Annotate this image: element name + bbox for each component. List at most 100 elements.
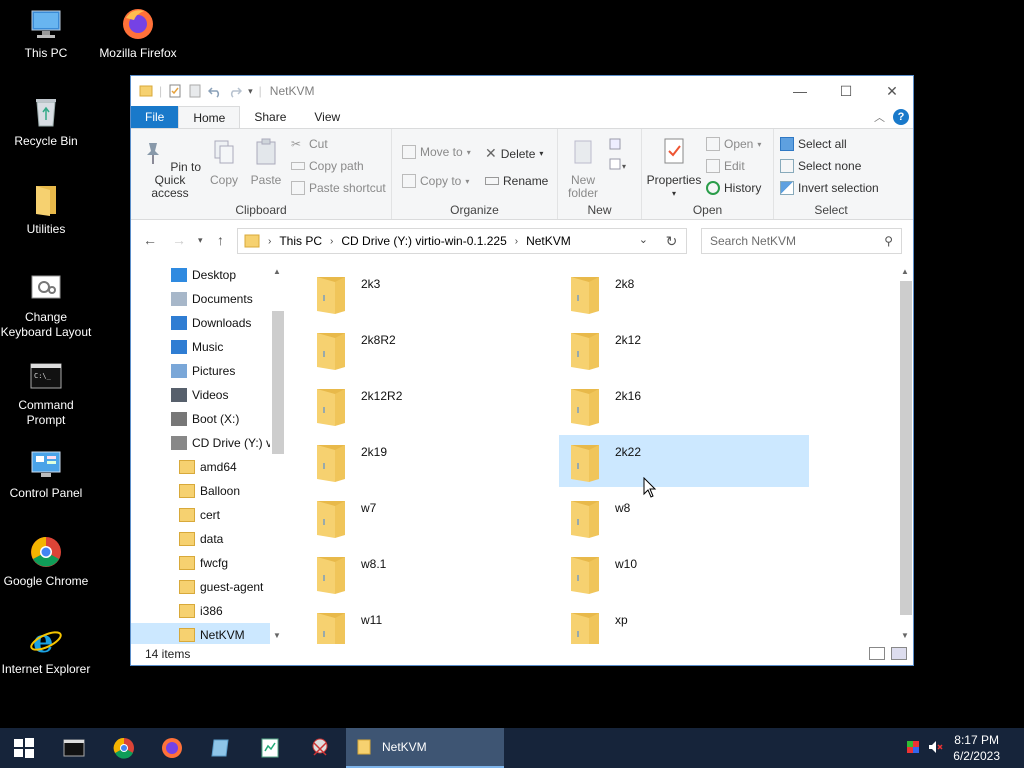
- taskbar-chrome[interactable]: [100, 728, 148, 768]
- copy-button[interactable]: Copy: [203, 137, 245, 187]
- breadcrumb-netkvm[interactable]: NetKVM: [526, 234, 571, 248]
- folder-item[interactable]: xp: [559, 603, 809, 644]
- folder-item[interactable]: w10: [559, 547, 809, 599]
- folder-item[interactable]: 2k16: [559, 379, 809, 431]
- breadcrumb-cd-drive[interactable]: CD Drive (Y:) virtio-win-0.1.225: [341, 234, 506, 248]
- nav-item-fwcfg[interactable]: fwcfg: [131, 551, 286, 575]
- folder-item[interactable]: 2k12: [559, 323, 809, 375]
- nav-item-downloads[interactable]: Downloads: [131, 311, 286, 335]
- scrollbar-thumb[interactable]: [272, 311, 284, 454]
- scroll-down-arrow-icon[interactable]: ▼: [901, 631, 909, 640]
- taskbar-window-netkvm[interactable]: NetKVM: [346, 728, 504, 768]
- folder-item[interactable]: 2k12R2: [305, 379, 555, 431]
- folder-item[interactable]: 2k19: [305, 435, 555, 487]
- details-view-icon[interactable]: [869, 647, 885, 660]
- file-list-scrollbar[interactable]: ▲ ▼: [898, 263, 914, 644]
- large-icons-view-icon[interactable]: [891, 647, 907, 660]
- back-arrow-icon[interactable]: ←: [143, 232, 157, 248]
- recent-locations-chevron-icon[interactable]: ▾: [198, 235, 203, 246]
- help-icon[interactable]: ?: [893, 109, 909, 125]
- delete-button[interactable]: ✕ Delete ▾: [485, 145, 543, 162]
- copy-path-button[interactable]: Copy path: [291, 159, 364, 173]
- nav-item-music[interactable]: Music: [131, 335, 286, 359]
- nav-item-amd64[interactable]: amd64: [131, 455, 286, 479]
- nav-item-pictures[interactable]: Pictures: [131, 359, 286, 383]
- properties-button[interactable]: Properties ▾: [646, 137, 702, 200]
- open-button[interactable]: Open ▾: [706, 137, 761, 151]
- cut-button[interactable]: ✂ Cut: [291, 137, 328, 151]
- nav-item-videos[interactable]: Videos: [131, 383, 286, 407]
- pin-to-quick-access-button[interactable]: Pin to Quick access: [137, 137, 203, 200]
- taskbar-app-blue[interactable]: [196, 728, 244, 768]
- select-none-button[interactable]: Select none: [780, 159, 861, 173]
- address-dropdown-chevron-icon[interactable]: ⌄: [639, 233, 648, 246]
- nav-item-boot-x[interactable]: Boot (X:): [131, 407, 286, 431]
- new-folder-icon[interactable]: [188, 84, 202, 98]
- scroll-up-arrow-icon[interactable]: ▲: [901, 267, 909, 276]
- start-button[interactable]: [0, 728, 48, 768]
- paste-shortcut-button[interactable]: Paste shortcut: [291, 181, 386, 195]
- nav-item-balloon[interactable]: Balloon: [131, 479, 286, 503]
- folder-item[interactable]: 2k3: [305, 267, 555, 319]
- new-item-icon[interactable]: ▾: [608, 137, 630, 177]
- paste-button[interactable]: Paste: [245, 137, 287, 187]
- nav-item-desktop[interactable]: Desktop: [131, 263, 286, 287]
- folder-item[interactable]: 2k8: [559, 267, 809, 319]
- undo-icon[interactable]: [208, 84, 222, 98]
- desktop-icon-internet-explorer[interactable]: e Internet Explorer: [0, 622, 92, 677]
- tab-view[interactable]: View: [300, 106, 354, 128]
- search-input[interactable]: Search NetKVM ⚲: [701, 228, 902, 254]
- desktop-icon-google-chrome[interactable]: Google Chrome: [0, 534, 92, 589]
- rename-button[interactable]: Rename: [485, 174, 548, 188]
- speaker-muted-icon[interactable]: [928, 740, 944, 754]
- nav-item-cert[interactable]: cert: [131, 503, 286, 527]
- invert-selection-button[interactable]: Invert selection: [780, 181, 879, 195]
- minimize-icon[interactable]: —: [777, 76, 823, 106]
- up-arrow-icon[interactable]: ↑: [217, 232, 224, 248]
- folder-item[interactable]: 2k22: [559, 435, 809, 487]
- nav-item-guest-agent[interactable]: guest-agent: [131, 575, 286, 599]
- history-button[interactable]: History: [706, 181, 761, 195]
- breadcrumb-this-pc[interactable]: This PC: [279, 234, 322, 248]
- tab-share[interactable]: Share: [240, 106, 300, 128]
- color-display-icon[interactable]: [906, 740, 920, 754]
- refresh-icon[interactable]: ↻: [657, 228, 687, 254]
- nav-item-cd-drive-y-virtio-win-0-1-225[interactable]: CD Drive (Y:) virtio-win-0.1.225: [131, 431, 286, 455]
- nav-item-i386[interactable]: i386: [131, 599, 286, 623]
- nav-item-documents[interactable]: Documents: [131, 287, 286, 311]
- maximize-icon[interactable]: ☐: [823, 76, 869, 106]
- customize-toolbar-chevron-icon[interactable]: ▾: [248, 86, 253, 97]
- tab-file[interactable]: File: [131, 106, 179, 128]
- desktop-icon-this-pc[interactable]: This PC: [0, 6, 92, 61]
- scroll-up-arrow-icon[interactable]: ▲: [273, 267, 281, 276]
- forward-arrow-icon[interactable]: →: [172, 232, 186, 248]
- desktop-icon-firefox[interactable]: Mozilla Firefox: [92, 6, 184, 61]
- edit-button[interactable]: Edit: [706, 159, 745, 173]
- taskbar-snipping-tool[interactable]: [296, 728, 344, 768]
- taskbar-firefox[interactable]: [148, 728, 196, 768]
- select-all-button[interactable]: Select all: [780, 137, 847, 151]
- desktop-icon-command-prompt[interactable]: C:\_ Command Prompt: [0, 358, 92, 428]
- navigation-scrollbar[interactable]: ▲ ▼: [270, 263, 286, 644]
- folder-item[interactable]: 2k8R2: [305, 323, 555, 375]
- clock[interactable]: 8:17 PM 6/2/2023: [953, 732, 1000, 764]
- taskbar-command-prompt[interactable]: [50, 728, 98, 768]
- properties-icon[interactable]: [168, 84, 182, 98]
- scroll-down-arrow-icon[interactable]: ▼: [273, 631, 281, 640]
- folder-item[interactable]: w7: [305, 491, 555, 543]
- copy-to-button[interactable]: Copy to ▾: [402, 174, 469, 188]
- desktop-icon-control-panel[interactable]: Control Panel: [0, 446, 92, 501]
- nav-item-data[interactable]: data: [131, 527, 286, 551]
- collapse-ribbon-chevron-icon[interactable]: ︿: [874, 109, 885, 125]
- close-icon[interactable]: ✕: [869, 76, 915, 106]
- redo-icon[interactable]: [228, 84, 243, 98]
- desktop-icon-recycle-bin[interactable]: Recycle Bin: [0, 94, 92, 149]
- desktop-icon-utilities[interactable]: Utilities: [0, 182, 92, 237]
- taskbar-notepad[interactable]: [246, 728, 294, 768]
- scrollbar-thumb[interactable]: [900, 281, 912, 615]
- folder-item[interactable]: w11: [305, 603, 555, 644]
- new-folder-button[interactable]: New folder: [562, 137, 604, 200]
- address-bar[interactable]: › This PC › CD Drive (Y:) virtio-win-0.1…: [237, 228, 687, 254]
- move-to-button[interactable]: Move to ▾: [402, 145, 471, 159]
- folder-item[interactable]: w8.1: [305, 547, 555, 599]
